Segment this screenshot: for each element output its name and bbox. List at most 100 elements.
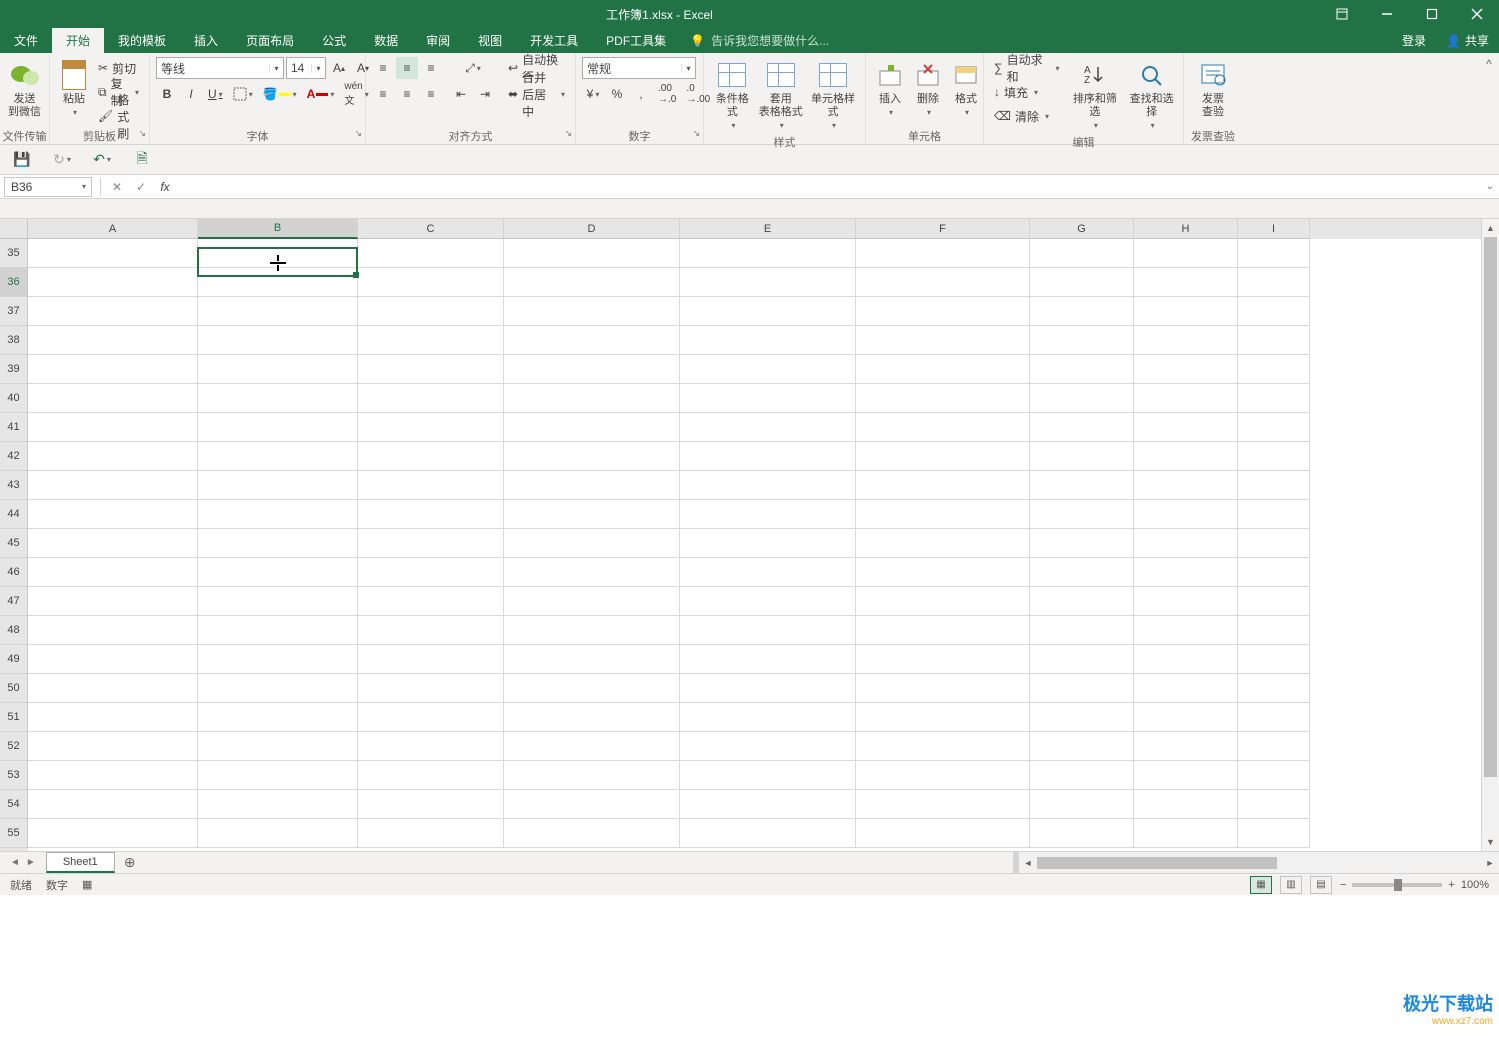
row-header[interactable]: 55 xyxy=(0,819,28,848)
tab-insert[interactable]: 插入 xyxy=(180,28,232,53)
zoom-out-button[interactable]: − xyxy=(1340,879,1346,891)
cell[interactable] xyxy=(198,355,358,384)
cell[interactable] xyxy=(1030,790,1134,819)
cell[interactable] xyxy=(358,355,504,384)
cell[interactable] xyxy=(28,558,198,587)
cell-format-button[interactable]: 格式▾ xyxy=(948,57,984,121)
row-header[interactable]: 43 xyxy=(0,471,28,500)
cell[interactable] xyxy=(358,819,504,848)
cell[interactable] xyxy=(28,500,198,529)
cell[interactable] xyxy=(504,442,680,471)
cell[interactable] xyxy=(1030,326,1134,355)
insert-function-button[interactable]: fx xyxy=(153,180,177,194)
cell[interactable] xyxy=(358,790,504,819)
row-header[interactable]: 35 xyxy=(0,239,28,268)
merge-center-button[interactable]: ⬌合并后居中▾ xyxy=(504,83,569,105)
tab-view[interactable]: 视图 xyxy=(464,28,516,53)
tab-file[interactable]: 文件 xyxy=(0,28,52,53)
cell[interactable] xyxy=(680,268,856,297)
cell[interactable] xyxy=(856,761,1030,790)
cell[interactable] xyxy=(198,297,358,326)
cell-styles-button[interactable]: 单元格样式▾ xyxy=(807,57,859,134)
italic-button[interactable]: I xyxy=(180,83,202,105)
cell[interactable] xyxy=(856,645,1030,674)
cell[interactable] xyxy=(504,616,680,645)
sheet-nav-first[interactable]: ◄ xyxy=(10,857,20,868)
cancel-formula-button[interactable]: ✕ xyxy=(105,180,129,194)
cell[interactable] xyxy=(504,529,680,558)
cell[interactable] xyxy=(358,268,504,297)
cell[interactable] xyxy=(1134,645,1238,674)
cell[interactable] xyxy=(358,471,504,500)
tab-data[interactable]: 数据 xyxy=(360,28,412,53)
cell[interactable] xyxy=(28,413,198,442)
cell[interactable] xyxy=(1134,384,1238,413)
cell[interactable] xyxy=(28,587,198,616)
cell[interactable] xyxy=(680,442,856,471)
cell[interactable] xyxy=(1030,529,1134,558)
new-sheet-button[interactable]: ⊕ xyxy=(117,852,143,873)
font-size-combo[interactable]: 14▾ xyxy=(286,57,326,79)
cell[interactable] xyxy=(28,529,198,558)
cell[interactable] xyxy=(504,297,680,326)
cell[interactable] xyxy=(358,587,504,616)
select-all-corner[interactable] xyxy=(0,219,28,239)
cell[interactable] xyxy=(856,587,1030,616)
cell[interactable] xyxy=(680,297,856,326)
cell[interactable] xyxy=(198,326,358,355)
cell[interactable] xyxy=(680,471,856,500)
cell[interactable] xyxy=(856,674,1030,703)
format-as-table-button[interactable]: 套用表格格式▾ xyxy=(757,57,805,134)
cell[interactable] xyxy=(28,732,198,761)
cell[interactable] xyxy=(1134,703,1238,732)
cell[interactable] xyxy=(1238,790,1310,819)
cell[interactable] xyxy=(1134,819,1238,848)
cell[interactable] xyxy=(1030,645,1134,674)
cell[interactable] xyxy=(856,703,1030,732)
scroll-up-button[interactable]: ▲ xyxy=(1482,219,1499,237)
cell[interactable] xyxy=(504,645,680,674)
align-right-button[interactable]: ≡ xyxy=(420,83,442,105)
insert-cells-button[interactable]: 插入▾ xyxy=(872,57,908,121)
number-format-combo[interactable]: 常规▾ xyxy=(582,57,696,79)
cell[interactable] xyxy=(1030,413,1134,442)
horizontal-scrollbar[interactable]: ◄ ► xyxy=(1019,852,1499,873)
cell[interactable] xyxy=(504,355,680,384)
cell[interactable] xyxy=(1134,587,1238,616)
cell[interactable] xyxy=(28,761,198,790)
row-header[interactable]: 40 xyxy=(0,384,28,413)
cell[interactable] xyxy=(358,616,504,645)
sign-in-button[interactable]: 登录 xyxy=(1392,32,1436,49)
row-header[interactable]: 44 xyxy=(0,500,28,529)
clipboard-launcher[interactable]: ↘ xyxy=(138,128,146,139)
column-header[interactable]: B xyxy=(198,219,358,239)
cell[interactable] xyxy=(504,326,680,355)
cell[interactable] xyxy=(1238,442,1310,471)
align-middle-button[interactable]: ≡ xyxy=(396,57,418,79)
align-bottom-button[interactable]: ≡ xyxy=(420,57,442,79)
column-header[interactable]: D xyxy=(504,219,680,239)
percent-format-button[interactable]: % xyxy=(606,83,628,105)
zoom-in-button[interactable]: + xyxy=(1448,879,1454,891)
cell[interactable] xyxy=(358,500,504,529)
cell[interactable] xyxy=(198,558,358,587)
cell[interactable] xyxy=(1030,819,1134,848)
cell[interactable] xyxy=(856,384,1030,413)
cell[interactable] xyxy=(680,732,856,761)
cell[interactable] xyxy=(504,558,680,587)
cell[interactable] xyxy=(28,268,198,297)
cell[interactable] xyxy=(28,645,198,674)
cell[interactable] xyxy=(358,326,504,355)
increase-decimal-button[interactable]: .00→.0 xyxy=(654,83,680,105)
row-header[interactable]: 53 xyxy=(0,761,28,790)
cell[interactable] xyxy=(1030,384,1134,413)
cell[interactable] xyxy=(1030,355,1134,384)
number-launcher[interactable]: ↘ xyxy=(692,128,700,139)
fill-color-button[interactable]: 🪣▾ xyxy=(259,83,301,105)
align-center-button[interactable]: ≡ xyxy=(396,83,418,105)
maximize-button[interactable] xyxy=(1409,0,1454,28)
cell[interactable] xyxy=(856,529,1030,558)
cell[interactable] xyxy=(198,616,358,645)
collapse-ribbon-button[interactable]: ^ xyxy=(1479,53,1499,144)
cell[interactable] xyxy=(1030,500,1134,529)
